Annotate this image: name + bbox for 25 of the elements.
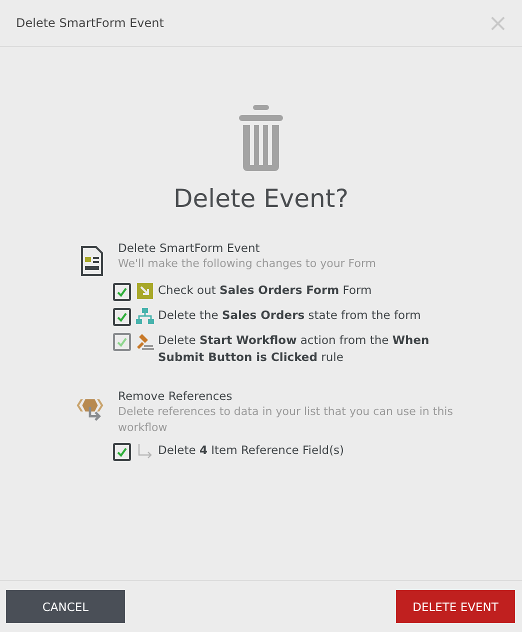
dialog-title: Delete SmartForm Event <box>16 16 164 30</box>
checkmark-icon <box>116 311 128 323</box>
trash-icon <box>239 105 283 171</box>
checkbox[interactable] <box>113 308 131 326</box>
checkmark-icon <box>116 336 128 348</box>
change-text: Delete 4 Item Reference Field(s) <box>158 442 346 459</box>
checkout-icon <box>136 283 152 299</box>
change-text: Delete the Sales Orders state from the form <box>158 307 422 324</box>
section-description: We'll make the following changes to your Form <box>118 256 378 272</box>
sub-arrow-icon <box>136 443 152 459</box>
checkmark-icon <box>116 286 128 298</box>
section-title: Delete SmartForm Event <box>118 240 261 256</box>
section-description: Delete references to data in your list that you can use in this workflow <box>118 404 454 436</box>
change-text: Delete Start Workflow action from the When Submit Button is Clicked rule <box>158 332 430 366</box>
hierarchy-icon <box>136 308 154 324</box>
dialog-heading: Delete Event? <box>172 184 350 213</box>
section-title: Remove References <box>118 388 234 404</box>
delete-button[interactable]: DELETE EVENT <box>396 590 515 623</box>
cancel-button[interactable]: CANCEL <box>6 590 125 623</box>
document-icon <box>80 246 104 276</box>
change-text: Check out Sales Orders Form Form <box>158 282 373 299</box>
checkmark-icon <box>116 446 128 458</box>
checkbox[interactable] <box>113 443 131 461</box>
checkbox[interactable] <box>113 283 131 301</box>
gavel-icon <box>136 333 154 351</box>
